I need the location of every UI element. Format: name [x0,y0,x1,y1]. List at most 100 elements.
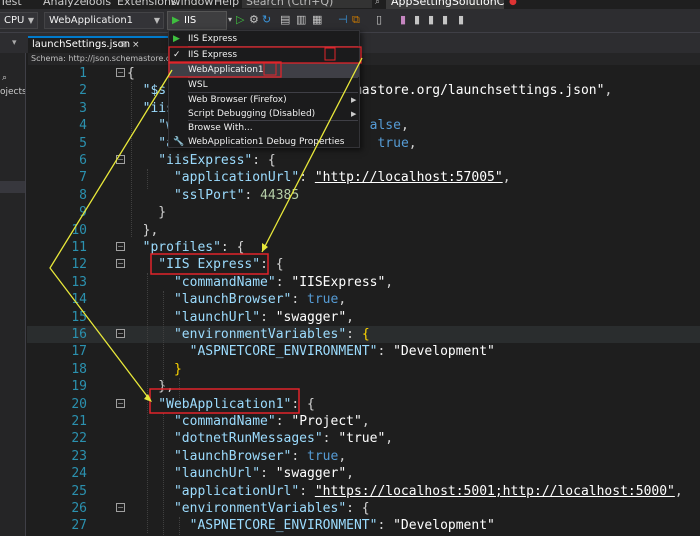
platform-select[interactable]: CPU ▼ [0,12,38,29]
menu-extensions[interactable]: Extensions [117,0,177,8]
refresh-icon[interactable]: ↻ [262,14,271,26]
code-line[interactable]: 4 "w alse, [27,117,700,134]
code-line[interactable]: 24 "launchUrl": "swagger", [27,465,700,482]
code-line[interactable]: 26 − "environmentVariables": { [27,500,700,517]
fold-toggle-icon[interactable]: − [116,259,125,269]
code-token: , [400,118,409,134]
bookmark-icon[interactable]: ▮ [400,14,406,26]
solution-node-label[interactable]: ojects) [0,87,25,97]
code-line[interactable]: 13 "commandName": "IISExpress", [27,274,700,291]
tab-launchsettings[interactable]: launchSettings.json ⊞ × [28,36,176,53]
dropdown-item-label: IIS Express [188,34,238,44]
dropdown-item-webapplication1[interactable]: WebApplication1 [169,63,359,77]
dropdown-item-browse-with[interactable]: Browse With... [169,121,359,135]
line-number: 2 [79,83,87,99]
menu-analyze[interactable]: Analyze [43,0,86,8]
dropdown-item-web-browser[interactable]: Web Browser (Firefox) ▶ [169,93,359,107]
code-line[interactable]: 16 − "environmentVariables": { [27,326,700,344]
close-icon[interactable]: × [132,38,140,52]
dropdown-item-iis-express[interactable]: ✓ IIS Express [169,48,359,62]
fold-toggle-icon[interactable]: − [116,503,125,512]
toolbar-icon[interactable]: ▮ [442,14,448,26]
code-line[interactable]: 27 "ASPNETCORE_ENVIRONMENT": "Developmen… [27,517,700,534]
toolbar-icon[interactable]: ▮ [414,14,420,26]
code-line[interactable]: 9 } [27,204,700,221]
github-icon[interactable]: ● [509,0,517,7]
code-text: "IIS Express": { [127,256,283,273]
code-line[interactable]: 7 "applicationUrl": "http://localhost:57… [27,169,700,186]
menu-help[interactable]: Help [214,0,239,8]
toolbar-icon[interactable]: ⊣ [338,14,348,26]
code-token: mastore.org/launchsettings.json" [353,83,605,99]
code-token: : [322,431,339,447]
code-editor[interactable]: 1−{2 "$s mastore.org/launchsettings.json… [27,65,700,536]
code-line[interactable]: 1 −{ [27,65,700,82]
dropdown-item-wsl[interactable]: WSL [169,78,359,92]
toolbar-icon[interactable]: ▯ [376,14,382,26]
menu-tools[interactable]: Tools [84,0,111,8]
code-line[interactable]: 17 "ASPNETCORE_ENVIRONMENT": "Developmen… [27,343,700,360]
code-line[interactable]: 20 − "WebApplication1": { [27,396,700,413]
dropdown-item-label: Script Debugging (Disabled) [188,109,316,119]
fold-toggle-icon[interactable]: − [116,398,125,408]
submenu-arrow-icon: ▶ [351,96,357,104]
search-icon[interactable]: ⌕ [2,73,7,83]
tab-overflow-icon[interactable]: ▾ [12,38,17,48]
startup-project-select[interactable]: WebApplication1 ▼ [44,12,164,29]
code-text: } [127,204,166,221]
dropdown-item-debug-properties[interactable]: 🔧 WebApplication1 Debug Properties [169,135,359,149]
chevron-down-icon[interactable]: ▾ [228,14,232,26]
code-line[interactable]: 8 "sslPort": 44385 [27,187,700,204]
code-line[interactable]: 23 "launchBrowser": true, [27,448,700,465]
dropdown-item-iis-express-run[interactable]: ▶ IIS Express [169,32,359,46]
code-line[interactable]: 5 "a true, [27,135,700,152]
code-line[interactable]: 14 "launchBrowser": true, [27,291,700,308]
search-icon[interactable]: ⌕ [375,0,380,7]
search-box[interactable]: Search (Ctrl+Q) [242,0,372,8]
code-text: "commandName": "IISExpress", [127,274,393,291]
run-button[interactable]: ▶ IIS Express [167,11,227,43]
code-line[interactable]: 18 } [27,361,700,378]
code-line[interactable]: 10 }, [27,222,700,239]
toolbar-icon[interactable]: ⧉ [352,14,360,26]
code-line[interactable]: 15 "launchUrl": "swagger", [27,309,700,326]
start-without-debugging-icon[interactable]: ▷ [236,14,244,26]
selected-tree-item[interactable] [0,181,25,193]
code-line[interactable]: 3 "iis [27,100,700,117]
pin-icon[interactable]: ⊞ [120,38,128,52]
code-token: "Development" [393,344,495,360]
code-text: }, [127,378,174,395]
code-line[interactable]: 2 "$s mastore.org/launchsettings.json", [27,82,700,99]
line-number: 11 [71,240,87,255]
fold-toggle-icon[interactable]: − [116,242,125,251]
indent-guide [179,517,180,536]
fold-toggle-icon[interactable]: − [116,155,125,164]
toolbar-icon[interactable]: ▦ [312,14,322,26]
code-token: { [361,327,370,342]
schema-bar[interactable]: Schema: http://json.schemastore.o [28,53,700,65]
code-token: : [244,187,261,203]
fold-toggle-icon[interactable]: − [116,68,125,77]
code-token: : [377,518,394,534]
menu-window[interactable]: Window [170,0,213,8]
code-token: , [385,274,394,290]
code-line[interactable]: 11 − "profiles": { [27,239,700,256]
toolbar-icon[interactable]: ▤ [280,14,290,26]
code-line[interactable]: 19 }, [27,378,700,395]
toolbar-icon[interactable]: ▮ [428,14,434,26]
code-token: alse [369,118,401,134]
menu-test[interactable]: Test [0,0,22,8]
toolbar-icon[interactable]: ▥ [296,14,306,26]
attach-icon[interactable]: ⚙ [249,14,259,26]
code-line[interactable]: 21 "commandName": "Project", [27,413,700,430]
code-line[interactable]: 12 − "IIS Express": { [27,256,700,273]
code-line[interactable]: 6 − "iisExpress": { [27,152,700,169]
code-line[interactable]: 22 "dotnetRunMessages": "true", [27,430,700,447]
code-token: : { [346,501,370,516]
dropdown-item-script-debugging[interactable]: Script Debugging (Disabled) ▶ [169,107,359,121]
fold-toggle-icon[interactable]: − [116,329,125,338]
code-token: , [408,135,417,151]
toolbar-icon[interactable]: ▮ [458,14,464,26]
line-number: 9 [79,205,87,221]
code-line[interactable]: 25 "applicationUrl": "https://localhost:… [27,483,700,500]
